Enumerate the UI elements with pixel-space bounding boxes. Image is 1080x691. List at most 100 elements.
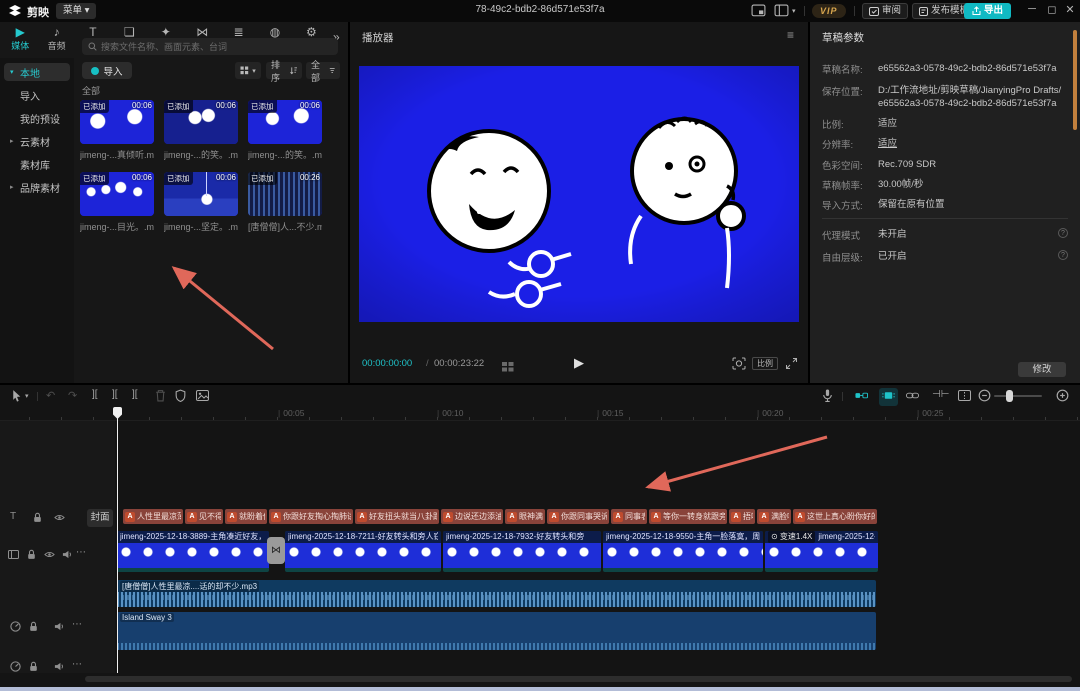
- text-clip[interactable]: A 就盼着你: [225, 509, 267, 524]
- menu-button[interactable]: 菜单 ▾: [56, 3, 96, 19]
- review-button[interactable]: 审阅: [862, 3, 908, 19]
- text-clip[interactable]: A 眼神满是嘲讽: [505, 509, 545, 524]
- text-clip[interactable]: A 边说还边添油加醋: [441, 509, 503, 524]
- link-toggle-icon[interactable]: [906, 389, 919, 405]
- layout-toggle-icon[interactable]: [751, 4, 766, 18]
- frame-view-icon[interactable]: [502, 359, 514, 377]
- vip-badge[interactable]: VIP: [812, 4, 846, 18]
- media-sidebar-item[interactable]: ▸ 云素材: [4, 132, 70, 150]
- minimize-button[interactable]: ─: [1024, 3, 1040, 15]
- delete-icon[interactable]: [154, 389, 167, 405]
- select-tool-icon[interactable]: [10, 389, 23, 405]
- auto-preview-toggle-icon[interactable]: [879, 388, 898, 406]
- fullscreen-icon[interactable]: [785, 357, 798, 370]
- play-button[interactable]: ▶: [574, 355, 584, 371]
- mirror-split-icon[interactable]: ⊣⊢: [932, 389, 949, 400]
- video-clip[interactable]: jimeng-2025-12-18-9550-主角一脸落寞，周围人有的: [603, 531, 763, 572]
- media-item[interactable]: 已添加 00:06 jimeng-...坚定。.mp4: [164, 172, 238, 244]
- text-clip[interactable]: A 同事表面: [611, 509, 647, 524]
- sort-button[interactable]: 排序: [266, 62, 302, 79]
- video-clip[interactable]: ⊙ 变速1.4X jimeng-2025-12-18-98: [765, 531, 878, 572]
- split-icon[interactable]: ][: [112, 389, 118, 400]
- media-item[interactable]: 已添加 00:26 [唐僧僧]人...不少.mp3: [248, 172, 322, 244]
- text-clip[interactable]: A 这世上真心盼你好的人没几: [793, 509, 877, 524]
- mute-track-icon[interactable]: [54, 661, 66, 673]
- quality-enhance-icon[interactable]: [732, 357, 746, 370]
- duration-label: 00:06: [216, 173, 236, 182]
- record-voiceover-icon[interactable]: [821, 389, 834, 405]
- mask-icon[interactable]: [174, 389, 187, 405]
- zoom-out-icon[interactable]: [978, 389, 991, 405]
- text-clip[interactable]: A 捂嘴偷笑: [729, 509, 755, 524]
- search-input[interactable]: [101, 42, 321, 52]
- text-clip[interactable]: A 你跟好友掏心掏肺讲心: [269, 509, 353, 524]
- media-thumbnail[interactable]: 已添加 00:06: [248, 100, 322, 144]
- timeline-zoom-slider[interactable]: [994, 395, 1042, 397]
- import-button[interactable]: 导入: [82, 62, 132, 79]
- export-button[interactable]: 导出: [964, 3, 1011, 19]
- ratio-button[interactable]: 比例: [752, 357, 778, 370]
- media-thumbnail[interactable]: 已添加 00:06: [80, 100, 154, 144]
- video-clip[interactable]: jimeng-2025-12-18-3889-主角凑近好友，一脸信任: [117, 531, 269, 572]
- transition-icon[interactable]: ⋈: [267, 537, 285, 564]
- panel-scrollbar[interactable]: [1073, 30, 1077, 130]
- view-mode-selector[interactable]: ▾: [235, 62, 261, 79]
- video-clip[interactable]: jimeng-2025-12-18-7211-好友转头和旁人窃窃私语: [285, 531, 441, 572]
- help-icon[interactable]: ?: [1058, 228, 1068, 238]
- media-thumbnail[interactable]: 已添加 00:06: [164, 100, 238, 144]
- split-left-icon[interactable]: ][: [92, 389, 98, 400]
- lock-track-icon[interactable]: [28, 661, 40, 673]
- image-matting-icon[interactable]: [196, 389, 209, 405]
- zoom-slider-knob[interactable]: [1006, 390, 1013, 402]
- zoom-in-icon[interactable]: [1056, 389, 1069, 405]
- player-menu-icon[interactable]: ≡: [787, 28, 794, 42]
- undo-icon[interactable]: ↶: [46, 389, 55, 402]
- media-sidebar-item[interactable]: 导入: [4, 86, 70, 104]
- media-thumbnail[interactable]: 已添加 00:26: [248, 172, 322, 216]
- media-sidebar-item[interactable]: 素材库: [4, 155, 70, 173]
- more-options-icon[interactable]: ⋯: [72, 659, 84, 671]
- media-item[interactable]: 已添加 00:06 jimeng-...的笑。.mp4: [248, 100, 322, 172]
- lock-track-icon[interactable]: [28, 621, 40, 633]
- music-audio-clip[interactable]: Island Sway 3: [117, 612, 876, 650]
- select-tool-caret-icon[interactable]: ▾: [25, 392, 29, 400]
- text-clip[interactable]: A 好友扭头就当八卦跟别人: [355, 509, 439, 524]
- panel-layout-icon[interactable]: [774, 4, 789, 18]
- media-tab[interactable]: ▶ 媒体: [2, 24, 38, 56]
- media-tab[interactable]: ♪ 音频: [38, 24, 74, 56]
- more-options-icon[interactable]: ⋯: [72, 619, 84, 631]
- text-clip[interactable]: A 满脸嘲讽: [757, 509, 791, 524]
- playhead-line[interactable]: [117, 407, 118, 673]
- voiceover-audio-clip[interactable]: [唐僧僧]人性里最凉....话的却不少.mp3: [117, 580, 876, 607]
- media-item[interactable]: 已添加 00:06 jimeng-...真倾听.mp4: [80, 100, 154, 172]
- timeline-ruler[interactable]: 00:05 00:10 00:15 00:20 00:25: [0, 407, 1080, 421]
- text-clip[interactable]: A 你跟同事哭诉最近: [547, 509, 609, 524]
- redo-icon[interactable]: ↷: [68, 389, 77, 402]
- video-canvas[interactable]: [359, 66, 799, 322]
- media-sidebar-item[interactable]: 我的预设: [4, 109, 70, 127]
- video-clip[interactable]: jimeng-2025-12-18-7932-好友转头和旁: [443, 531, 601, 572]
- timeline-horizontal-scrollbar[interactable]: [85, 676, 1072, 682]
- media-item[interactable]: 已添加 00:06 jimeng-...的笑。.mp4: [164, 100, 238, 172]
- mute-track-icon[interactable]: [54, 621, 66, 633]
- snap-toggle-icon[interactable]: [855, 389, 868, 405]
- text-clip[interactable]: A 等你一转身就跟旁人嘀咕: [649, 509, 727, 524]
- total-duration: 00:00:23:22: [434, 358, 484, 369]
- media-thumbnail[interactable]: 已添加 00:06: [164, 172, 238, 216]
- tab-icon: ◍: [257, 24, 293, 39]
- close-button[interactable]: ✕: [1062, 3, 1078, 16]
- media-item[interactable]: 已添加 00:06 jimeng-...目光。.mp4: [80, 172, 154, 244]
- help-icon[interactable]: ?: [1058, 250, 1068, 260]
- text-clip[interactable]: A 人性里最凉薄: [123, 509, 183, 524]
- media-thumbnail[interactable]: 已添加 00:06: [80, 172, 154, 216]
- text-clip[interactable]: A 见不得: [185, 509, 223, 524]
- split-right-icon[interactable]: ][: [132, 389, 138, 400]
- media-sidebar-item[interactable]: ▾ 本地: [4, 63, 70, 81]
- media-sidebar-item[interactable]: ▸ 品牌素材: [4, 178, 70, 196]
- expand-arrow-icon: ▸: [10, 183, 17, 191]
- preview-axis-icon[interactable]: [958, 389, 971, 405]
- modify-button[interactable]: 修改: [1018, 362, 1066, 377]
- filter-button[interactable]: 全部: [306, 62, 340, 79]
- maximize-button[interactable]: ◻: [1044, 3, 1060, 16]
- media-search-bar[interactable]: [82, 38, 338, 55]
